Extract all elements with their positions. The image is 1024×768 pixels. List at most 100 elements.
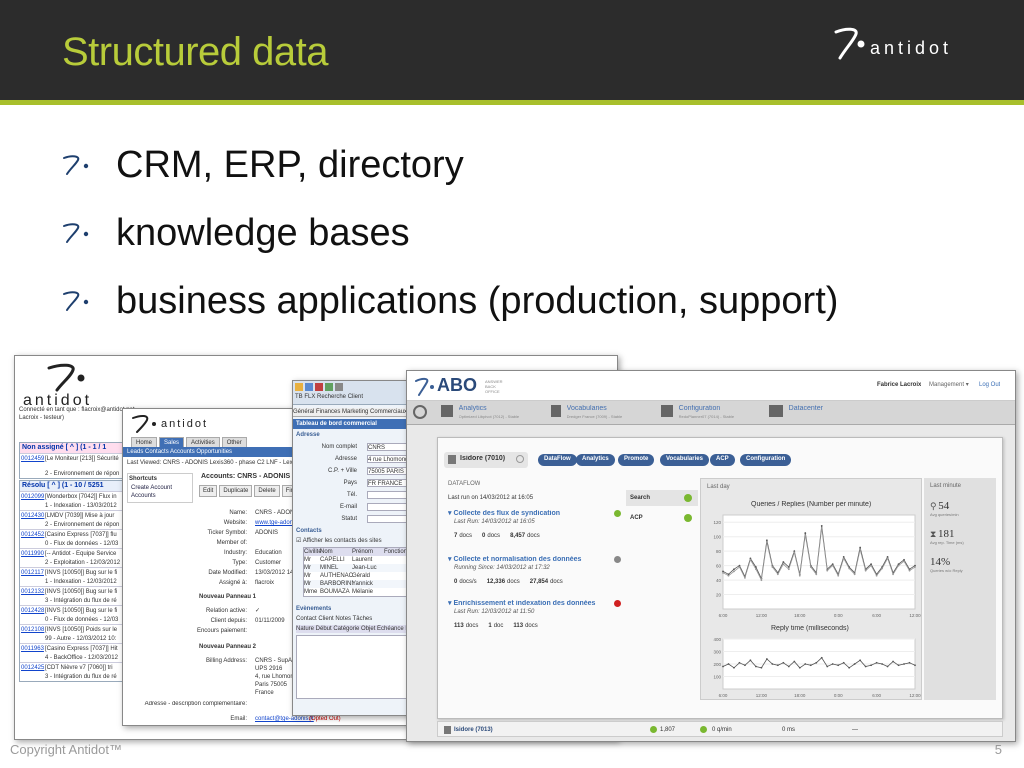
pill-button[interactable]: Vocabularies [660, 454, 709, 466]
column-header[interactable]: Nom [320, 548, 352, 556]
ticket-id[interactable]: 0012430 [20, 511, 44, 520]
field-label: Website: [223, 520, 247, 526]
nav-configuration[interactable]: Configuration RedoPlanner07 (7014) - Stab… [661, 405, 734, 423]
data-point [749, 558, 752, 561]
nav-subtitle: RedoPlanner07 (7014) - Stable [678, 414, 735, 419]
table-row[interactable]: 0012117 [INVS [10050]] Bug sur le fi [20, 567, 138, 577]
email-link[interactable]: contact@tge-adonis.fr [255, 715, 314, 723]
save-icon[interactable] [305, 383, 313, 391]
stat-unit: docs [465, 623, 479, 629]
close-icon[interactable] [516, 455, 524, 463]
pill-button[interactable]: Configuration [740, 454, 792, 466]
reply-time: 0 ms [782, 727, 796, 733]
table-row[interactable]: 0012430 [LMDV [7039]] Mise à jour [20, 510, 138, 520]
table-row[interactable]: 0012425 [CDT Nièvre v7 [7060]] tri [20, 662, 138, 672]
ticket-id[interactable]: 0012132 [20, 587, 44, 596]
nav-title: Configuration [678, 405, 721, 412]
table-row[interactable]: Mme BOUMAZA Mélanie [304, 588, 420, 596]
field-label: Type: [232, 560, 247, 566]
extra-value: — [852, 727, 858, 733]
bullet-item: CRM, ERP, directory [58, 136, 838, 194]
pill-button[interactable]: Promote [618, 454, 655, 466]
account-title: Accounts: CNRS - ADONIS [201, 473, 291, 480]
data-point [738, 661, 741, 664]
accounts-link[interactable]: Accounts [128, 492, 192, 500]
data-point [897, 664, 900, 667]
duplicate-button[interactable]: Duplicate [219, 485, 253, 497]
table-row[interactable]: 0012132 [INVS [10050]] Bug sur le fi [20, 586, 138, 596]
dataflow-stat: 0 docs [482, 532, 500, 540]
last-minute-label: Last minute [930, 483, 962, 489]
service-tab[interactable]: Isidore (7010) [444, 452, 528, 468]
table-row[interactable]: 0012108 [INVS [10050]] Poids sur le [20, 624, 138, 634]
folder-icon[interactable] [295, 383, 303, 391]
field-label: Pays [343, 480, 357, 486]
doc-count: 1,807 [660, 727, 676, 733]
window-tabs[interactable]: TB FLX Recherche Client [293, 393, 423, 401]
dashboard-gauge-icon[interactable] [413, 405, 427, 419]
table-row[interactable]: Mr AUTHENAC Gérald [304, 572, 420, 580]
shortcuts-panel: Shortcuts Create Account Accounts [127, 473, 193, 503]
sidebar-item-acp[interactable]: ACP [626, 510, 698, 526]
ticket-id[interactable]: 0012459 [20, 454, 44, 469]
contact-name: AUTHENAC [320, 573, 354, 579]
edit-button[interactable]: Edit [199, 485, 218, 497]
column-header[interactable]: Prénom [352, 548, 384, 556]
ticket-id[interactable]: 0012425 [20, 663, 44, 672]
nav-vocabularies[interactable]: Vocabularies Dredger France (7009) - Stab… [551, 405, 622, 423]
sidebar-item-search[interactable]: Search [626, 490, 698, 506]
pill-button[interactable]: Analytics [576, 454, 615, 466]
stat-value: 113 [454, 623, 464, 629]
table-row[interactable]: Mr MINEL Jean-Luc [304, 564, 420, 572]
service-row[interactable]: Isidore (7013) 1,807 0 q/min 0 ms — [437, 721, 1003, 737]
pill-button[interactable]: DataFlow [538, 454, 577, 466]
refresh-icon[interactable] [325, 383, 333, 391]
events-table-header[interactable]: Nature Début Catégorie Objet Échéance Pr… [296, 625, 422, 633]
table-row[interactable]: 0012452 [Casino Express [7037]] flu [20, 529, 138, 539]
column-header[interactable]: Civilité [304, 548, 322, 556]
nav-analytics[interactable]: Analytics Optimized Libpivot (7012) - Sta… [441, 405, 519, 423]
table-row[interactable]: 0012099 [Wonderbox [7042]] Flux in [20, 491, 138, 501]
show-site-contacts-checkbox[interactable]: ☑ Afficher les contacts des sites [296, 537, 382, 545]
nav-datacenter[interactable]: Datacenter [769, 405, 823, 423]
logout-link[interactable]: Log Out [979, 381, 1000, 389]
delete-icon[interactable] [315, 383, 323, 391]
ticket-id[interactable]: 0012099 [20, 492, 44, 501]
dataflow-stat: 27,854 docs [530, 578, 563, 586]
ticket-id [20, 558, 44, 567]
dataflow-item[interactable]: ▾ Enrichissement et indexation des donné… [448, 600, 623, 630]
print-icon[interactable] [335, 383, 343, 391]
event-type-radios[interactable]: Contact Client Notes Tâches [296, 615, 372, 623]
table-row[interactable]: Mr BARBORINI Yannick [304, 580, 420, 588]
ticket-id[interactable]: 0012428 [20, 606, 44, 615]
ticket-id[interactable]: 0012117 [20, 568, 44, 577]
data-point [903, 663, 905, 665]
table-row[interactable]: 0012428 [INVS [10050]] Bug sur le fi [20, 605, 138, 615]
table-row[interactable]: 0011990 [-- Antidot - Equipe Service [20, 548, 138, 558]
pill-button[interactable]: ACP [710, 454, 735, 466]
sub-tabs[interactable]: Général Finances Marketing Commerciaux I… [293, 408, 423, 417]
dataflow-stat: 12,336 docs [487, 578, 520, 586]
table-row[interactable]: 0012459 [Le Moniteur [213]] Sécurité [20, 453, 138, 469]
section-title[interactable]: Résolu [ ^ ] (1 - 10 / 5251 [20, 481, 138, 491]
delete-button[interactable]: Delete [254, 485, 280, 497]
data-point [853, 573, 856, 576]
ticket-id[interactable]: 0011963 [20, 644, 44, 653]
table-row[interactable]: Mr CAPELLI Laurent [304, 556, 420, 564]
data-point [914, 664, 916, 667]
stat-unit: docs [459, 533, 473, 539]
bullet-text: knowledge bases [116, 211, 410, 254]
management-menu[interactable]: Management ▾ [929, 381, 969, 389]
ticket-id[interactable]: 0012108 [20, 625, 44, 634]
ticket-id[interactable]: 0011990 [20, 549, 44, 558]
dataflow-title-text: Collecte et normalisation des données [453, 556, 582, 563]
status-error-icon [614, 600, 621, 607]
dataflow-item[interactable]: ▾ Collecte et normalisation des données R… [448, 556, 623, 586]
section-title[interactable]: Non assigné [ ^ ] (1 - 1 / 1 [20, 443, 138, 453]
ticket-id[interactable]: 0012452 [20, 530, 44, 539]
table-row[interactable]: 0011963 [Casino Express [7037]] Hit [20, 643, 138, 653]
create-account-link[interactable]: Create Account [128, 484, 192, 492]
stat-unit: docs [550, 579, 563, 585]
dataflow-item[interactable]: ▾ Collecte des flux de syndication Last R… [448, 510, 623, 540]
reply-chart: 400 300 200 100 6:00 12:00 18:00 0:00 6:00 12:00 [713, 637, 921, 698]
